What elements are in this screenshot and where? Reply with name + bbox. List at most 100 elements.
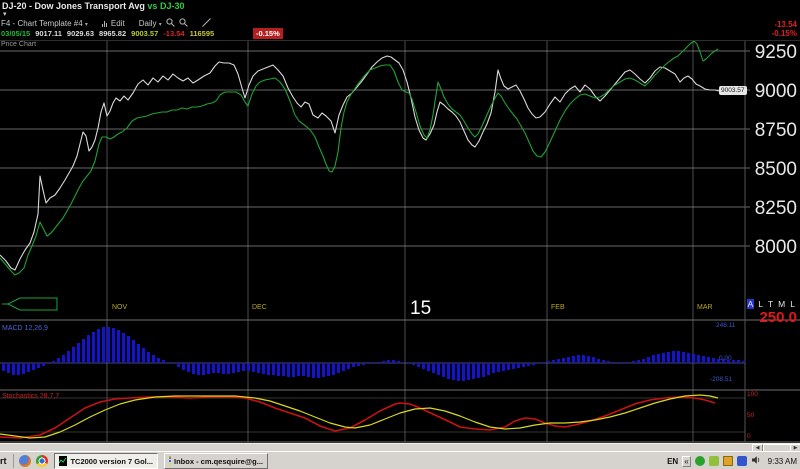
- macd-histogram-bar: [387, 360, 390, 363]
- macd-histogram-bar: [527, 363, 530, 366]
- language-indicator[interactable]: EN: [667, 457, 678, 466]
- quote-date: 03/05/15: [1, 29, 30, 38]
- tray-app-icon[interactable]: [695, 456, 705, 466]
- macd-histogram-bar: [512, 363, 515, 369]
- x-axis-label: MAR: [697, 304, 713, 311]
- scale-button-A[interactable]: A: [747, 299, 755, 309]
- screen: 925090008750850082508000NOVDEC15FEBMAR D…: [0, 0, 800, 469]
- macd-histogram-bar: [217, 363, 220, 373]
- scale-button-L[interactable]: L: [757, 299, 764, 309]
- start-button[interactable]: rt: [0, 454, 14, 468]
- macd-histogram-bar: [452, 363, 455, 380]
- zoom-in-icon[interactable]: [166, 18, 175, 29]
- tray-app-icon[interactable]: [723, 456, 733, 466]
- price-series-line: [0, 41, 718, 275]
- price-axis-label: 8500: [755, 159, 797, 180]
- macd-histogram-bar: [657, 354, 660, 363]
- macd-histogram-bar: [2, 363, 5, 371]
- macd-histogram-bar: [407, 363, 410, 364]
- macd-histogram-bar: [392, 360, 395, 363]
- macd-histogram-bar: [237, 363, 240, 372]
- macd-histogram-bar: [427, 363, 430, 371]
- tray-expand-button[interactable]: «: [682, 456, 690, 467]
- macd-histogram-bar: [572, 356, 575, 363]
- macd-histogram-bar: [682, 352, 685, 363]
- macd-histogram-bar: [87, 335, 90, 363]
- macd-histogram-bar: [282, 363, 285, 376]
- zoom-out-icon[interactable]: [179, 18, 188, 29]
- task-label: Inbox - cm.qesquire@g...: [174, 457, 263, 466]
- scale-button-M[interactable]: M: [777, 299, 786, 309]
- task-label: TC2000 version 7 Gol...: [70, 457, 153, 466]
- window-title: DJ-20 - Dow Jones Transport Avg vs DJ-30: [2, 1, 184, 11]
- macd-histogram-bar: [622, 363, 625, 364]
- macd-histogram-bar: [327, 363, 330, 376]
- macd-histogram-bar: [172, 363, 175, 364]
- macd-histogram-bar: [582, 355, 585, 363]
- compare-symbol[interactable]: DJ-30: [160, 1, 185, 11]
- firefox-icon[interactable]: [19, 455, 31, 467]
- macd-histogram-bar: [382, 361, 385, 363]
- macd-histogram-bar: [137, 344, 140, 363]
- x-axis-label: FEB: [551, 304, 565, 311]
- macd-histogram-bar: [672, 351, 675, 363]
- stochastics-indicator-label[interactable]: Stochastics 28,7,7: [2, 393, 59, 400]
- macd-indicator-label[interactable]: MACD 12,26,9: [2, 325, 48, 332]
- edit-button[interactable]: Edit: [111, 19, 125, 28]
- macd-histogram-bar: [127, 336, 130, 363]
- macd-histogram-bar: [567, 357, 570, 363]
- tray-network-icon[interactable]: [737, 456, 747, 466]
- macd-histogram-bar: [507, 363, 510, 370]
- symbol-name: Dow Jones Transport Avg: [35, 1, 145, 11]
- windows-taskbar: rt TC2000 version 7 Gol... Inbox - cm.qe…: [0, 451, 800, 469]
- macd-histogram-bar: [352, 363, 355, 367]
- macd-histogram-bar: [62, 355, 65, 363]
- speaker-icon[interactable]: [751, 452, 761, 469]
- taskbar-clock[interactable]: 9:33 AM: [768, 457, 797, 466]
- macd-histogram-bar: [592, 357, 595, 363]
- macd-histogram-bar: [687, 353, 690, 363]
- stoch-scale-50: 50: [747, 412, 754, 419]
- macd-histogram-bar: [42, 363, 45, 366]
- macd-histogram-bar: [522, 363, 525, 367]
- macd-histogram-bar: [472, 363, 475, 379]
- chrome-icon[interactable]: [36, 455, 48, 467]
- percent-change-badge: -0.15%: [253, 28, 283, 39]
- period-selector[interactable]: Daily ▾: [139, 19, 162, 28]
- macd-histogram-bar: [627, 362, 630, 363]
- macd-histogram-bar: [317, 363, 320, 378]
- tray-app-icon[interactable]: [709, 456, 719, 466]
- macd-histogram-bar: [532, 363, 535, 365]
- chevron-down-icon: ▾: [85, 22, 88, 28]
- macd-histogram-bar: [162, 360, 165, 363]
- macd-histogram-bar: [72, 347, 75, 363]
- macd-histogram-bar: [587, 356, 590, 363]
- macd-histogram-bar: [182, 363, 185, 370]
- macd-histogram-bar: [577, 355, 580, 363]
- macd-histogram-bar: [177, 363, 180, 367]
- macd-histogram-bar: [17, 363, 20, 375]
- macd-histogram-bar: [167, 362, 170, 363]
- last-price-tag: 9003.57: [719, 86, 747, 95]
- timeframe-zoom-buttons: ALTML: [747, 299, 796, 309]
- macd-histogram-bar: [477, 363, 480, 378]
- scale-button-L[interactable]: L: [789, 299, 796, 309]
- macd-histogram-bar: [362, 363, 365, 365]
- pane-label: Price Chart: [1, 41, 36, 48]
- macd-histogram-bar: [272, 363, 275, 375]
- tc2000-icon: [59, 456, 67, 466]
- taskbar-task-inbox[interactable]: Inbox - cm.qesquire@g...: [164, 453, 268, 469]
- chevron-down-icon: ▾: [159, 22, 162, 28]
- macd-histogram-bar: [192, 363, 195, 374]
- macd-histogram-bar: [207, 363, 210, 374]
- macd-histogram-bar: [697, 355, 700, 363]
- net-change-value: -13.54: [774, 20, 797, 29]
- scale-button-T[interactable]: T: [767, 299, 774, 309]
- taskbar-task-tc2000[interactable]: TC2000 version 7 Gol...: [54, 453, 158, 469]
- macd-histogram-bar: [32, 363, 35, 370]
- macd-histogram-bar: [487, 363, 490, 375]
- trendline-tool-icon[interactable]: [202, 18, 211, 29]
- macd-histogram-bar: [307, 363, 310, 377]
- macd-histogram-bar: [677, 351, 680, 363]
- template-selector[interactable]: F4 - Chart Template #4 ▾: [1, 19, 88, 28]
